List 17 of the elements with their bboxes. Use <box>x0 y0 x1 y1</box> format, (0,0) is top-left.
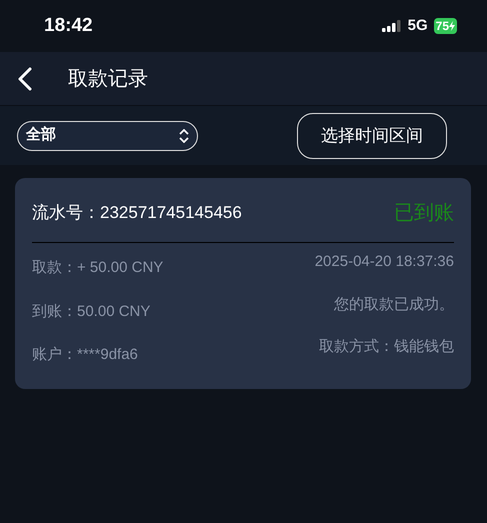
network-label: 5G <box>408 16 428 36</box>
detail-text: 取款方式：钱能钱包 <box>319 337 454 357</box>
status-label: 已到账 <box>394 201 454 226</box>
signal-icon <box>382 20 402 32</box>
status-time: 18:42 <box>44 14 93 38</box>
detail-text: 取款：+ 50.00 CNY <box>32 258 164 278</box>
category-select[interactable]: 全部 <box>17 120 198 150</box>
detail-text: 到账：50.00 CNY <box>32 302 152 322</box>
page-title: 取款记录 <box>68 66 148 92</box>
detail-text: 账户：****9dfa6 <box>32 345 139 365</box>
battery-icon: 75 <box>434 18 457 34</box>
chevron-icon <box>179 128 189 142</box>
detail-text: 您的取款已成功。 <box>334 294 454 314</box>
serial-number: 流水号：232571745145456 <box>32 202 242 224</box>
detail-text: 2025-04-20 18:37:36 <box>314 252 454 272</box>
back-icon[interactable] <box>18 66 32 90</box>
date-range-button[interactable]: 选择时间区间 <box>297 112 447 158</box>
